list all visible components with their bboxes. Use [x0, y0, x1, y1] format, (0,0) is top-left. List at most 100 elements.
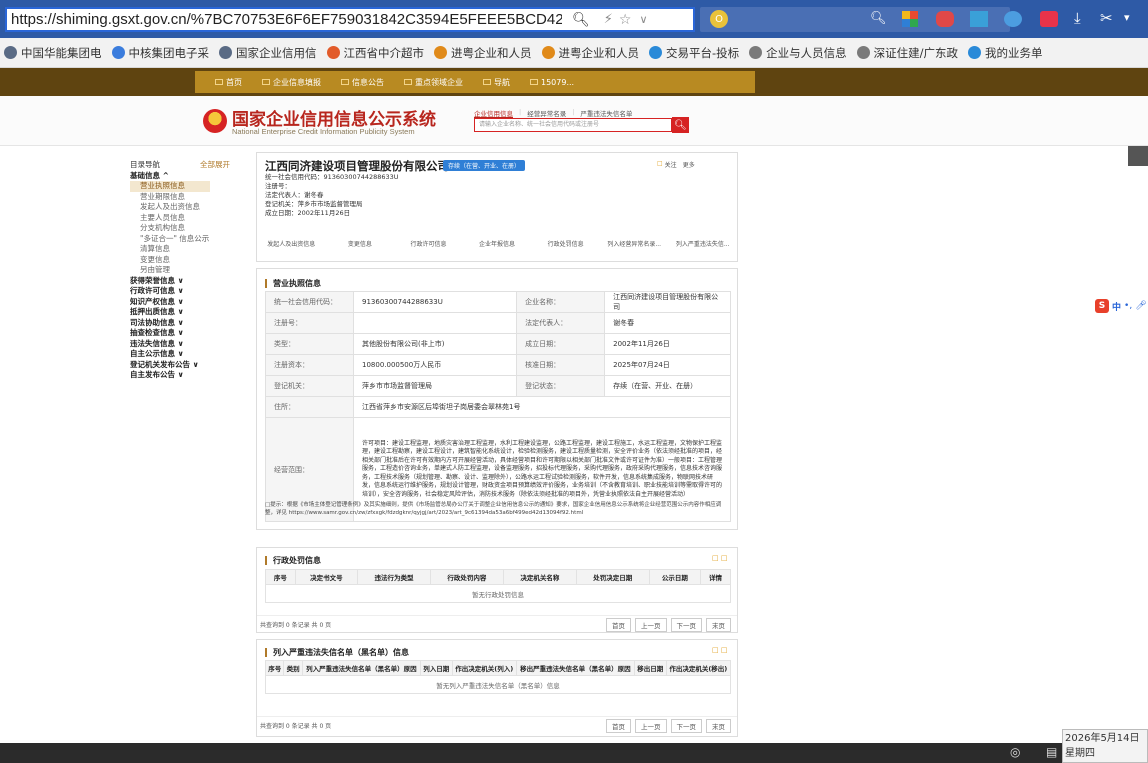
engine-icon[interactable]: O	[710, 10, 728, 28]
network-icon[interactable]: ◎	[1010, 745, 1020, 759]
bookmark-item[interactable]: 进粤企业和人员	[541, 45, 639, 61]
scissors-icon[interactable]: ✂︎	[1100, 9, 1113, 27]
info-tab[interactable]: 变更信息	[326, 231, 395, 255]
catalog-group[interactable]: 获得荣誉信息 ∨	[130, 276, 250, 287]
bookmark-item[interactable]: 我的业务单	[968, 45, 1043, 61]
penalty-count: 共查询到 0 条记录 共 0 页	[260, 622, 332, 629]
more-chevron-icon[interactable]: ▾	[1124, 11, 1130, 24]
site-nav-item[interactable]: 信息公告	[341, 77, 384, 88]
info-tab[interactable]: 行政处罚信息	[531, 231, 600, 255]
picture-icon[interactable]	[970, 11, 988, 27]
bookmark-label: 深证住建/广东政	[873, 45, 959, 60]
catalog-item[interactable]: 主要人员信息	[130, 213, 250, 224]
catalog-group[interactable]: 基础信息 ^	[130, 171, 250, 182]
pager-button[interactable]: 末页	[706, 719, 731, 733]
collapse-icon[interactable]: □ □	[712, 554, 727, 562]
apps-grid-icon[interactable]	[902, 11, 918, 27]
pager-button[interactable]: 首页	[606, 719, 631, 733]
column-header: 列入日期	[419, 660, 453, 676]
ime-tray-icon[interactable]: ▤	[1046, 745, 1057, 759]
extension-icon[interactable]	[1004, 11, 1022, 27]
secondary-search-box[interactable]: O 🔍︎	[700, 7, 1010, 32]
address-url[interactable]: https://shiming.gsxt.gov.cn/%7BC70753E6F…	[7, 11, 562, 28]
catalog-item[interactable]: 分支机构信息	[130, 223, 250, 234]
bookmark-item[interactable]: 中核集团电子采	[111, 45, 210, 61]
collapse-icon[interactable]: □ □	[712, 646, 727, 654]
more-button[interactable]: 更多	[683, 160, 695, 169]
column-header: 公示日期	[648, 569, 702, 585]
search-tab[interactable]: 严重违法失信名单	[580, 108, 632, 118]
site-nav-item[interactable]: 导航	[483, 77, 510, 88]
bookmark-item[interactable]: 进粤企业和人员	[434, 45, 532, 61]
address-bar[interactable]: https://shiming.gsxt.gov.cn/%7BC70753E6F…	[5, 7, 695, 32]
catalog-item[interactable]: "多证合一" 信息公示	[130, 234, 250, 245]
catalog-group[interactable]: 登记机关发布公告 ∨	[130, 360, 250, 371]
site-nav-item[interactable]: 重点领域企业	[404, 77, 463, 88]
license-field-value: 2025年07月24日	[604, 354, 731, 376]
column-header: 决定书文号	[294, 569, 358, 585]
license-field-value	[352, 312, 518, 334]
game-icon[interactable]	[936, 11, 954, 27]
bookmark-label: 中核集团电子采	[128, 45, 210, 60]
follow-button[interactable]: □ 关注	[657, 160, 677, 169]
bookmark-item[interactable]: 企业与人员信息	[749, 45, 847, 61]
info-tab[interactable]: 列入严重违法失信...	[668, 231, 737, 255]
catalog-group[interactable]: 自主公示信息 ∨	[130, 349, 250, 360]
ime-toolbar[interactable]: S 中 •, 🎤︎	[1095, 298, 1148, 314]
pager-button[interactable]: 下一页	[670, 719, 702, 733]
site-nav: 首页 企业信息填报 信息公告 重点领域企业 导航 15079...	[0, 68, 1148, 96]
site-nav-item[interactable]: 企业信息填报	[262, 77, 321, 88]
pager-button[interactable]: 末页	[706, 618, 731, 632]
search-tab[interactable]: 企业信用信息	[474, 108, 513, 118]
catalog-item[interactable]: 变更信息	[130, 255, 250, 266]
search-icon[interactable]: 🔍︎	[870, 11, 887, 26]
site-nav-item[interactable]: 首页	[215, 77, 242, 88]
info-tab[interactable]: 企业年报信息	[463, 231, 532, 255]
catalog-group[interactable]: 行政许可信息 ∨	[130, 286, 250, 297]
pager-button[interactable]: 下一页	[670, 618, 702, 632]
catalog-group[interactable]: 违法失信信息 ∨	[130, 339, 250, 350]
catalog-group[interactable]: 抽查检查信息 ∨	[130, 328, 250, 339]
column-header: 处罚决定日期	[575, 569, 650, 585]
license-field-value: 2002年11月26日	[604, 333, 731, 355]
download-icon[interactable]: ⤓	[1074, 9, 1081, 27]
catalog-group[interactable]: 知识产权信息 ∨	[130, 297, 250, 308]
pager-button[interactable]: 上一页	[635, 618, 667, 632]
info-tab[interactable]: 行政许可信息	[394, 231, 463, 255]
bookmark-item[interactable]: 国家企业信用信	[219, 45, 317, 61]
catalog-item[interactable]: 另由管理	[130, 265, 250, 276]
site-nav-label: 企业信息填报	[273, 77, 321, 87]
company-search-input[interactable]: 请输入企业名称、统一社会信用代码或注册号	[474, 118, 672, 132]
pager-button[interactable]: 首页	[606, 618, 631, 632]
pager-button[interactable]: 上一页	[635, 719, 667, 733]
search-tab[interactable]: 经营异常名录	[527, 108, 566, 118]
info-tab[interactable]: 发起人及出资信息	[257, 231, 326, 255]
info-tab[interactable]: 列入经营异常名录...	[600, 231, 669, 255]
bookmark-label: 企业与人员信息	[766, 45, 847, 60]
catalog-item[interactable]: 发起人及出资信息	[130, 202, 250, 213]
red-extension-icon[interactable]	[1040, 11, 1058, 27]
follow-label: 关注	[664, 162, 677, 169]
catalog-item[interactable]: 营业期限信息	[130, 192, 250, 203]
catalog-group[interactable]: 自主发布公告 ∨	[130, 370, 250, 381]
expand-all-link[interactable]: 全部展开	[200, 160, 230, 171]
catalog-item[interactable]: 营业执照信息	[130, 181, 210, 192]
bookmark-item[interactable]: 交易平台-投标	[649, 45, 739, 61]
catalog-group[interactable]: 抵押出质信息 ∨	[130, 307, 250, 318]
bookmark-item[interactable]: 深证住建/广东政	[856, 45, 959, 61]
search-button[interactable]: 🔍︎	[672, 117, 689, 133]
penalty-title-text: 行政处罚信息	[273, 556, 321, 565]
bookmark-item[interactable]: 江西省中介超市	[326, 45, 424, 61]
lightning-icon[interactable]: ⚡︎	[604, 12, 613, 27]
star-icon[interactable]: ☆	[619, 12, 632, 28]
side-tool-icon[interactable]	[1128, 146, 1148, 166]
search-icon[interactable]: 🔍︎	[572, 12, 590, 28]
chevron-down-icon[interactable]: ∨	[639, 13, 647, 26]
reg-no-line: 注册号：	[265, 182, 291, 190]
catalog-item[interactable]: 清算信息	[130, 244, 250, 255]
license-field-label: 核准日期：	[516, 354, 606, 376]
bookmark-item[interactable]: 中国华能集团电	[4, 45, 102, 61]
clock-tooltip[interactable]: 2026年5月14日 星期四	[1062, 729, 1148, 763]
site-nav-item[interactable]: 15079...	[530, 78, 574, 87]
catalog-group[interactable]: 司法协助信息 ∨	[130, 318, 250, 329]
